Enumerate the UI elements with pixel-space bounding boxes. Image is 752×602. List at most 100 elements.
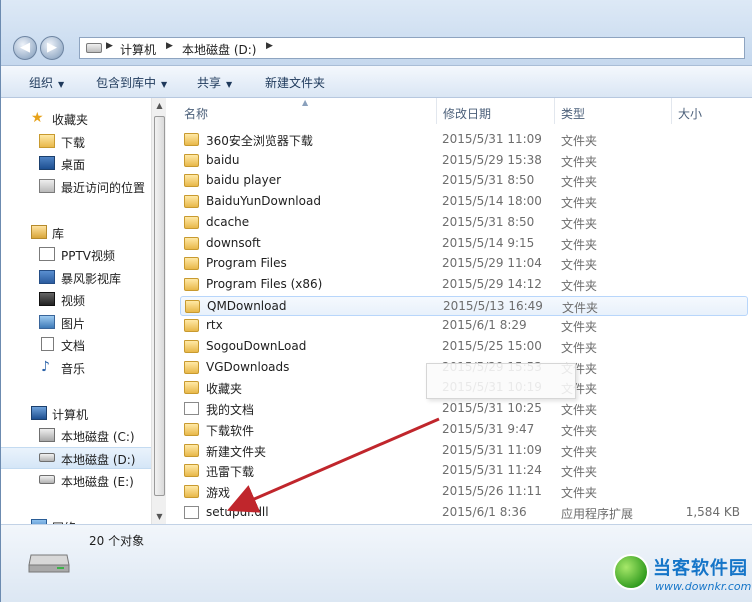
music-note-icon: ♪: [41, 359, 50, 375]
file-row[interactable]: 迅雷下载 2015/5/31 11:24 文件夹: [180, 461, 748, 481]
tooltip: [426, 363, 576, 399]
sidebar-network-header[interactable]: 网络: [1, 516, 151, 524]
library-folder-icon: [39, 247, 55, 261]
sidebar-item-drive-e[interactable]: 本地磁盘 (E:): [1, 470, 151, 492]
navigation-scrollbar[interactable]: ▲ ▼: [151, 98, 166, 524]
scroll-up-icon[interactable]: ▲: [152, 98, 167, 113]
column-divider[interactable]: [436, 98, 437, 124]
file-row[interactable]: SogouDownLoad 2015/5/25 15:00 文件夹: [180, 337, 748, 357]
breadcrumb-drive-d[interactable]: 本地磁盘 (D:): [182, 41, 256, 58]
column-header-size[interactable]: 大小: [678, 105, 702, 122]
column-header-name[interactable]: 名称: [184, 105, 208, 122]
watermark-title: 当客软件园: [653, 558, 748, 579]
file-date: 2015/5/31 8:50: [442, 173, 535, 188]
sidebar-item-documents[interactable]: 文档: [1, 334, 151, 356]
file-date: 2015/6/1 8:36: [442, 504, 527, 519]
file-row[interactable]: downsoft 2015/5/14 9:15 文件夹: [180, 234, 748, 254]
sidebar-libraries-header[interactable]: 库: [1, 222, 151, 244]
column-divider[interactable]: [671, 98, 672, 124]
drive-icon: [28, 554, 70, 573]
sidebar-item-drive-d[interactable]: 本地磁盘 (D:): [1, 447, 151, 469]
sidebar-item-label: 图片: [61, 317, 86, 331]
sidebar-item-desktop[interactable]: 桌面: [1, 153, 151, 175]
file-date: 2015/5/14 9:15: [442, 235, 535, 250]
new-folder-button[interactable]: 新建文件夹: [265, 74, 325, 91]
videos-icon: [39, 292, 55, 306]
sidebar-item-downloads[interactable]: 下载: [1, 131, 151, 153]
column-header-date[interactable]: 修改日期: [443, 105, 491, 122]
pictures-icon: [39, 315, 55, 329]
file-name: QMDownload: [207, 298, 287, 313]
chevron-right-icon[interactable]: ▶: [266, 41, 273, 51]
folder-icon: [185, 299, 200, 313]
file-date: 2015/5/31 11:09: [442, 442, 542, 457]
file-row[interactable]: setupui.dll 2015/6/1 8:36 应用程序扩展 1,584 KB: [180, 503, 748, 523]
file-type: 文件夹: [561, 320, 598, 335]
sidebar-favorites-header[interactable]: ★ 收藏夹: [1, 108, 151, 130]
scroll-down-icon[interactable]: ▼: [152, 509, 167, 524]
column-divider[interactable]: [554, 98, 555, 124]
drive-icon: [39, 475, 55, 484]
folder-icon: [184, 484, 199, 498]
file-row[interactable]: 新建文件夹 2015/5/31 11:09 文件夹: [180, 441, 748, 461]
watermark-logo-icon: [613, 554, 649, 590]
explorer-window: ◀ ▶ ▶ 计算机 ▶ 本地磁盘 (D:) ▶ 组织 ▼ 包含到库中 ▼ 共享 ▼ 新…: [0, 0, 752, 602]
file-list: ▲ 名称 修改日期 类型 大小 360安全浏览器下载 2015/5/31 11:0…: [166, 98, 752, 524]
file-row[interactable]: baidu player 2015/5/31 8:50 文件夹: [180, 171, 748, 191]
file-type: 文件夹: [561, 216, 598, 231]
sidebar-item-label: 本地磁盘 (C:): [61, 430, 135, 444]
file-row[interactable]: QMDownload 2015/5/13 16:49 文件夹: [180, 295, 748, 316]
file-type: 文件夹: [561, 423, 598, 438]
file-row[interactable]: 我的文档 2015/5/31 10:25 文件夹: [180, 399, 748, 419]
file-row[interactable]: baidu 2015/5/29 15:38 文件夹: [180, 151, 748, 171]
file-type: 文件夹: [561, 134, 598, 148]
sidebar-item-pptv[interactable]: PPTV视频: [1, 244, 151, 266]
folder-icon: [184, 422, 199, 436]
file-date: 2015/5/31 8:50: [442, 214, 535, 229]
sidebar-item-recent[interactable]: 最近访问的位置: [1, 176, 151, 198]
column-header-type[interactable]: 类型: [561, 105, 585, 122]
folder-icon: [184, 319, 199, 333]
file-row[interactable]: rtx 2015/6/1 8:29 文件夹: [180, 316, 748, 336]
file-name: 我的文档: [206, 403, 255, 418]
downloads-folder-icon: [39, 134, 55, 148]
address-box[interactable]: ▶ 计算机 ▶ 本地磁盘 (D:) ▶: [79, 37, 745, 59]
file-name: SogouDownLoad: [206, 339, 307, 353]
sidebar-item-label: 视频: [61, 294, 86, 308]
doc-folder-icon: [184, 402, 199, 416]
folder-icon: [184, 133, 199, 146]
forward-button[interactable]: ▶: [40, 36, 64, 60]
chevron-right-icon[interactable]: ▶: [106, 41, 113, 51]
file-row[interactable]: 下载软件 2015/5/31 9:47 文件夹: [180, 420, 748, 440]
scrollbar-thumb[interactable]: [154, 116, 165, 496]
new-folder-label: 新建文件夹: [265, 76, 326, 90]
file-type: 文件夹: [561, 237, 598, 252]
command-bar: 组织 ▼ 包含到库中 ▼ 共享 ▼ 新建文件夹: [1, 66, 752, 98]
file-row[interactable]: Program Files (x86) 2015/5/29 14:12 文件夹: [180, 275, 748, 295]
file-row[interactable]: Program Files 2015/5/29 11:04 文件夹: [180, 254, 748, 274]
column-header-row: ▲ 名称 修改日期 类型 大小: [166, 98, 752, 124]
sidebar-item-music[interactable]: ♪ 音乐: [1, 357, 151, 379]
sidebar-item-pictures[interactable]: 图片: [1, 312, 151, 334]
file-type: 应用程序扩展: [561, 506, 634, 521]
include-in-library-button[interactable]: 包含到库中 ▼: [96, 74, 167, 91]
breadcrumb-computer[interactable]: 计算机: [120, 41, 156, 58]
file-date: 2015/5/26 11:11: [442, 483, 542, 498]
file-date: 2015/5/31 10:25: [442, 401, 542, 416]
file-row[interactable]: BaiduYunDownload 2015/5/14 18:00 文件夹: [180, 192, 748, 212]
sidebar-item-videos[interactable]: 视频: [1, 289, 151, 311]
star-icon: ★: [31, 110, 44, 126]
sidebar-item-baofeng[interactable]: 暴风影视库: [1, 267, 151, 289]
address-bar-area: ◀ ▶ ▶ 计算机 ▶ 本地磁盘 (D:) ▶: [1, 0, 752, 66]
file-row[interactable]: dcache 2015/5/31 8:50 文件夹: [180, 213, 748, 233]
chevron-right-icon[interactable]: ▶: [166, 41, 173, 51]
sidebar-item-drive-c[interactable]: 本地磁盘 (C:): [1, 425, 151, 447]
organize-button[interactable]: 组织 ▼: [29, 74, 64, 91]
file-row[interactable]: 360安全浏览器下载 2015/5/31 11:09 文件夹: [180, 130, 748, 150]
system-drive-icon: [39, 428, 55, 442]
share-button[interactable]: 共享 ▼: [197, 74, 232, 91]
sidebar-computer-header[interactable]: 计算机: [1, 403, 151, 425]
sidebar-item-label: 本地磁盘 (D:): [61, 453, 136, 467]
back-button[interactable]: ◀: [13, 36, 37, 60]
file-row[interactable]: 游戏 2015/5/26 11:11 文件夹: [180, 482, 748, 502]
